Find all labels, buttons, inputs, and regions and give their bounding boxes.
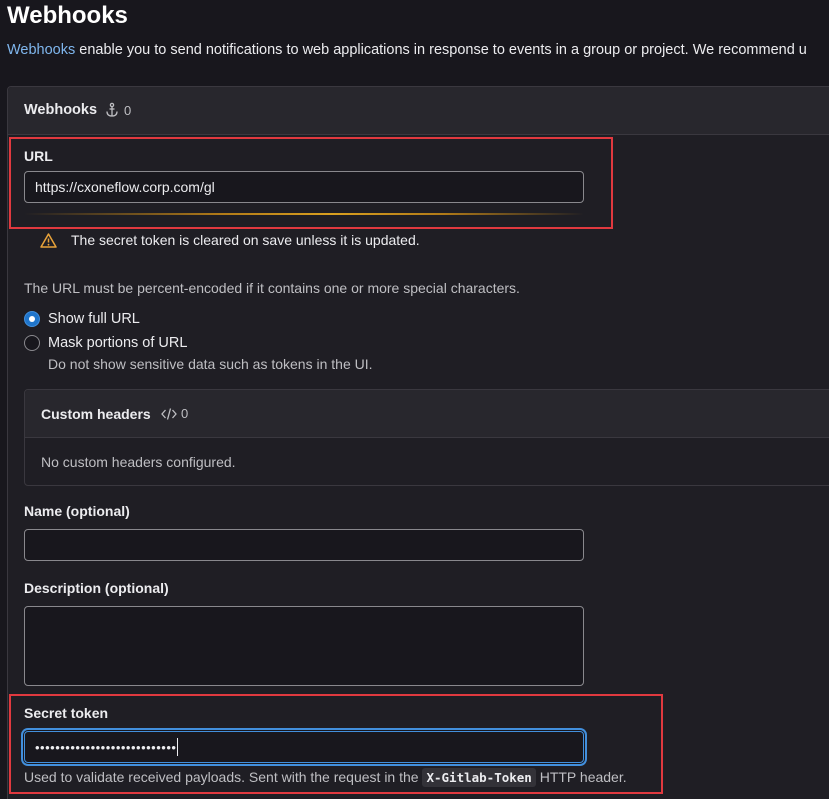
secret-token-warning-text: The secret token is cleared on save unle… bbox=[71, 232, 420, 248]
name-label: Name (optional) bbox=[24, 503, 130, 519]
secret-token-masked-value: •••••••••••••••••••••••••••• bbox=[35, 739, 177, 755]
warning-icon bbox=[40, 232, 57, 248]
show-full-url-radio[interactable] bbox=[24, 311, 40, 327]
secret-token-input[interactable]: •••••••••••••••••••••••••••• bbox=[24, 731, 584, 763]
webhooks-docs-link[interactable]: Webhooks bbox=[7, 42, 75, 58]
url-encoding-help: The URL must be percent-encoded if it co… bbox=[24, 280, 520, 296]
custom-headers-count: 0 bbox=[161, 406, 188, 421]
custom-headers-empty-text: No custom headers configured. bbox=[41, 454, 236, 470]
description-label: Description (optional) bbox=[24, 580, 169, 596]
url-loading-indicator bbox=[24, 213, 584, 215]
show-full-url-option[interactable]: Show full URL bbox=[24, 311, 140, 327]
secret-token-warning: The secret token is cleared on save unle… bbox=[40, 232, 420, 248]
custom-headers-card: Custom headers 0 No custom headers confi… bbox=[24, 389, 829, 486]
secret-token-label: Secret token bbox=[24, 705, 109, 721]
secret-token-help-suffix: HTTP header. bbox=[535, 769, 627, 785]
webhooks-count-value: 0 bbox=[124, 102, 132, 118]
url-input[interactable] bbox=[24, 171, 584, 203]
description-textarea[interactable] bbox=[24, 606, 584, 686]
secret-token-help-prefix: Used to validate received payloads. Sent… bbox=[24, 769, 423, 785]
gitlab-token-header-code: X-Gitlab-Token bbox=[422, 768, 536, 787]
custom-headers-title: Custom headers bbox=[41, 406, 151, 422]
mask-url-radio[interactable] bbox=[24, 335, 40, 351]
secret-token-help: Used to validate received payloads. Sent… bbox=[24, 768, 627, 787]
webhooks-card-header: Webhooks 0 bbox=[8, 87, 829, 135]
mask-url-help: Do not show sensitive data such as token… bbox=[48, 356, 373, 372]
webhooks-page: Webhooks Webhooks enable you to send not… bbox=[0, 0, 829, 799]
show-full-url-label: Show full URL bbox=[48, 311, 140, 327]
anchor-icon bbox=[106, 102, 118, 117]
text-caret bbox=[177, 738, 179, 756]
url-label: URL bbox=[24, 148, 53, 164]
intro-text: Webhooks enable you to send notification… bbox=[7, 42, 807, 58]
mask-url-option[interactable]: Mask portions of URL bbox=[24, 335, 187, 351]
mask-url-label: Mask portions of URL bbox=[48, 335, 188, 351]
custom-headers-count-value: 0 bbox=[181, 406, 189, 421]
page-title: Webhooks bbox=[7, 2, 128, 29]
custom-headers-header: Custom headers 0 bbox=[25, 390, 829, 438]
webhooks-count: 0 bbox=[104, 102, 131, 118]
webhooks-card-title: Webhooks bbox=[24, 102, 98, 118]
code-icon bbox=[161, 407, 177, 420]
name-input[interactable] bbox=[24, 529, 584, 561]
intro-description: enable you to send notifications to web … bbox=[75, 42, 807, 58]
